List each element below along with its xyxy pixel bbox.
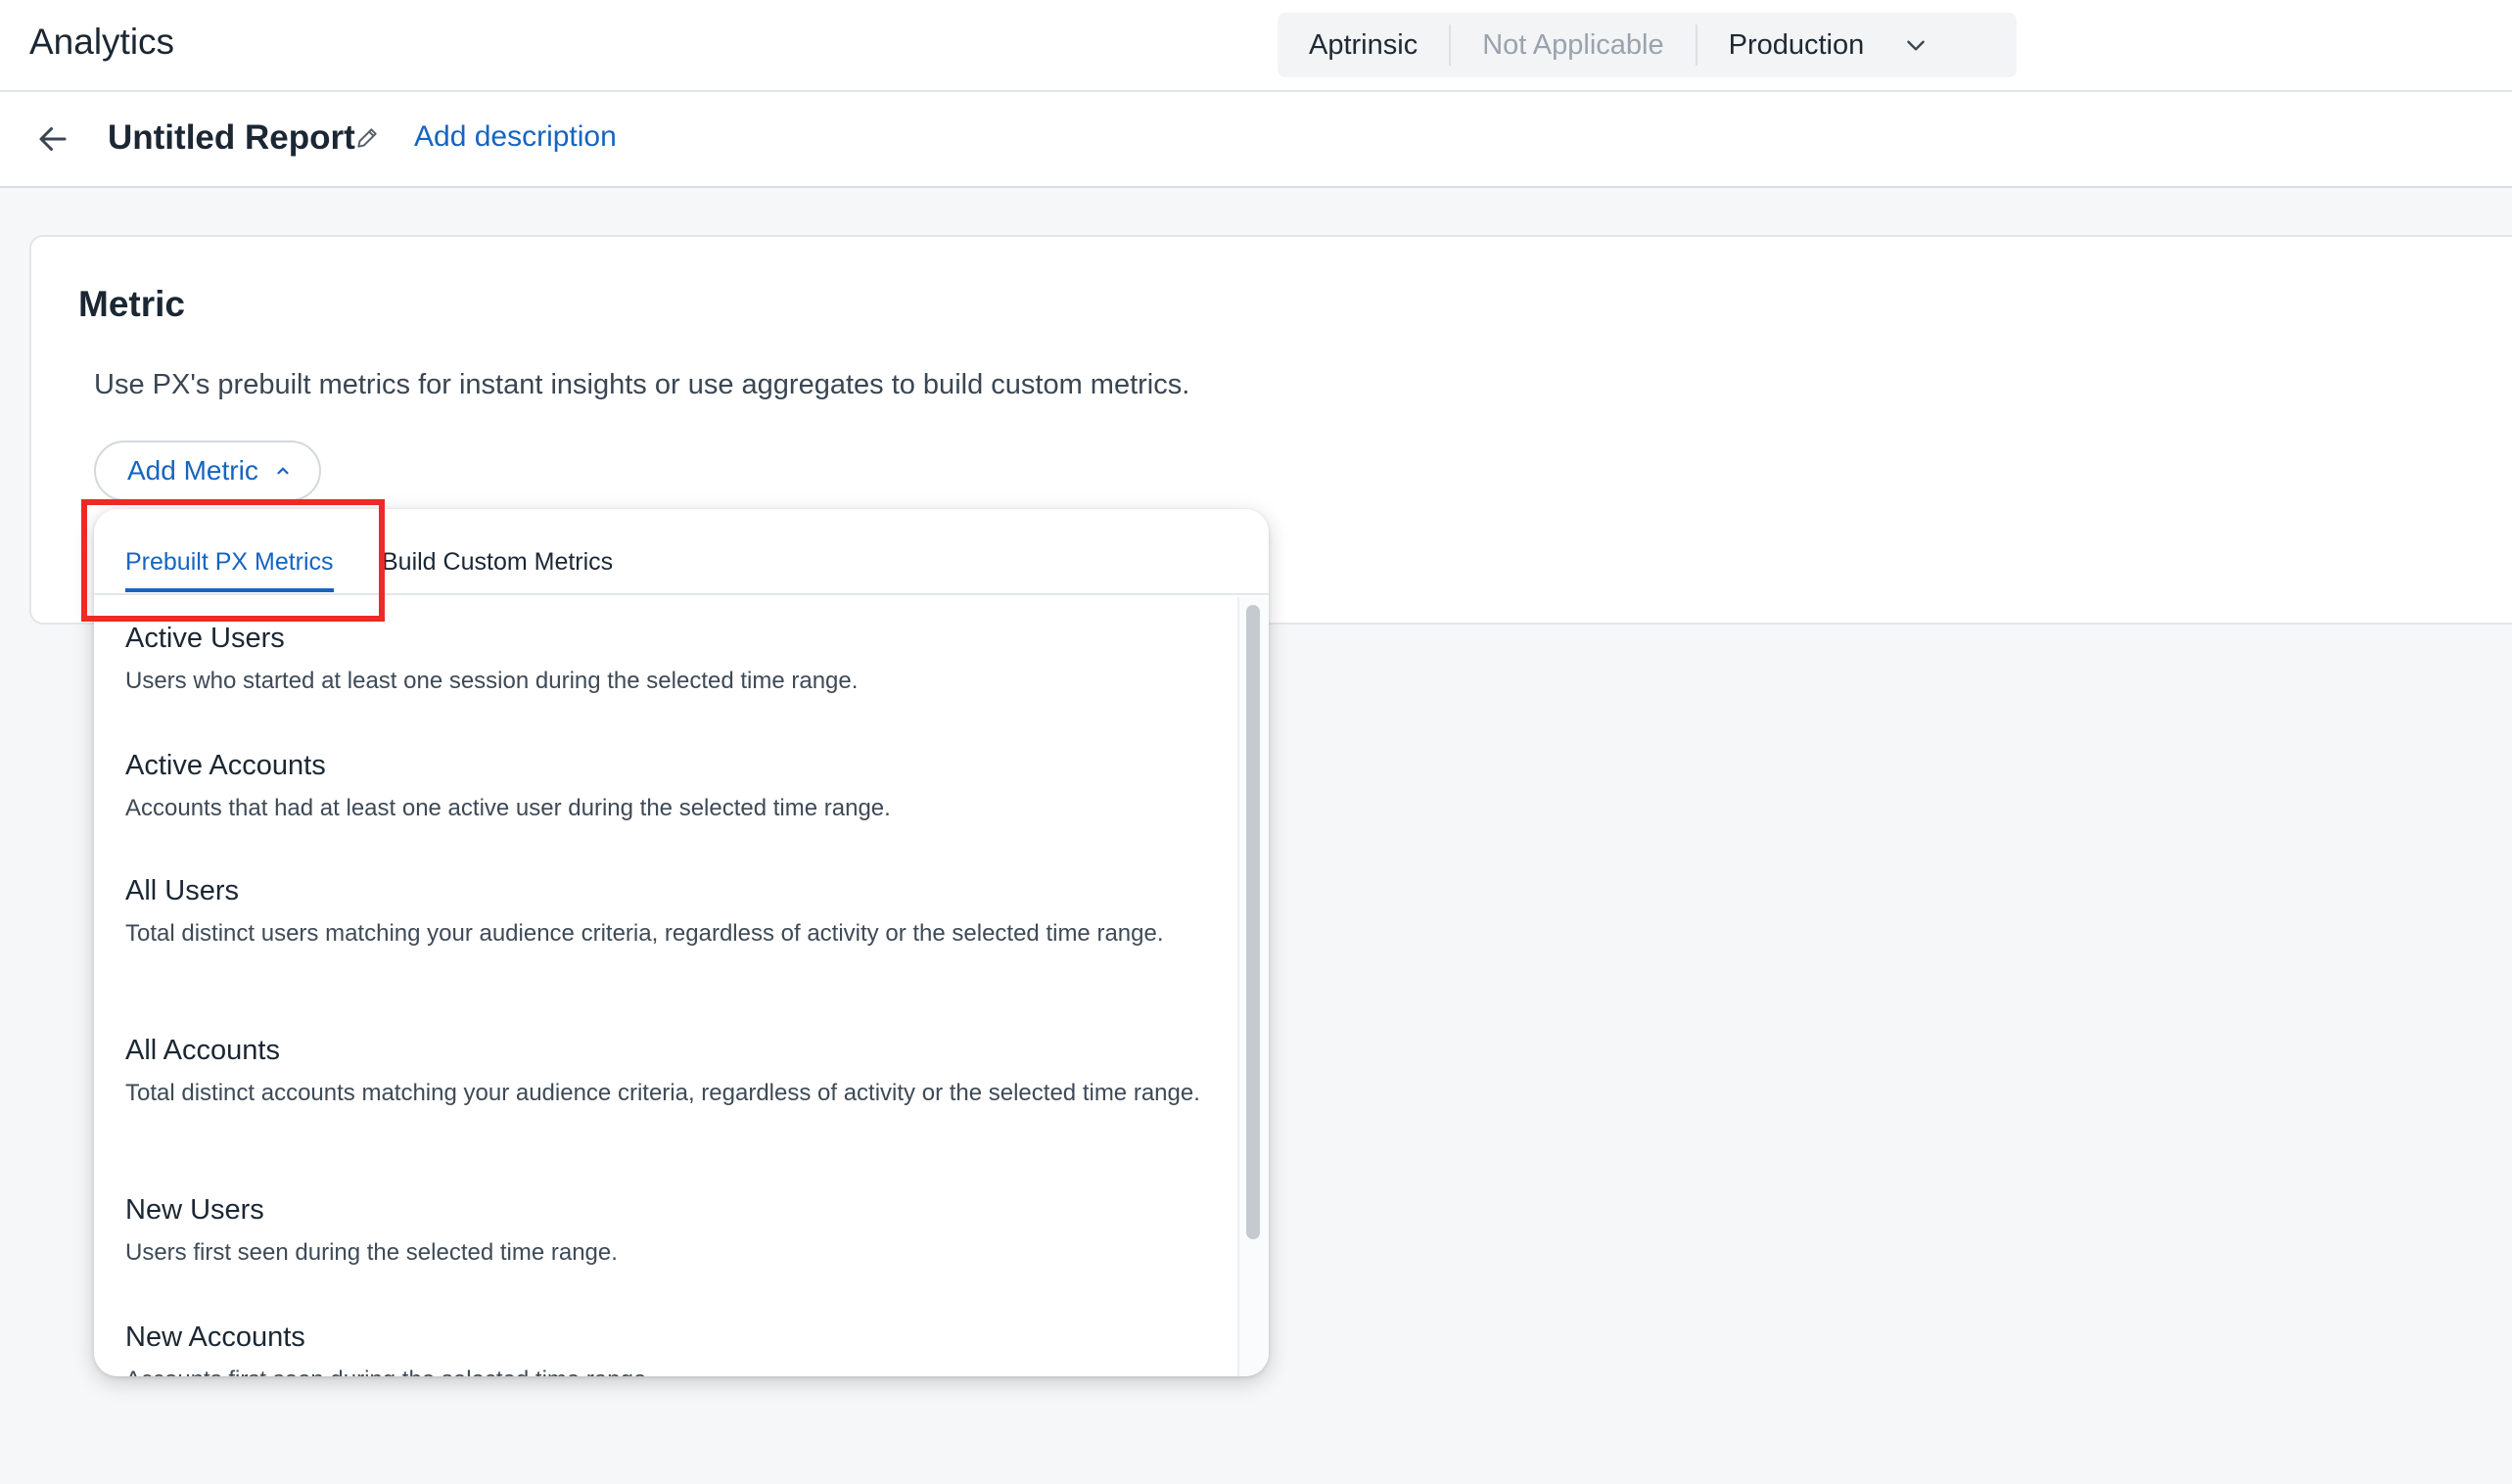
metric-card-title: Metric — [78, 284, 185, 324]
metric-item-new-accounts[interactable]: New Accounts Accounts first seen during … — [125, 1322, 1212, 1376]
context-environment[interactable]: Production — [1695, 24, 1961, 66]
scrollbar-thumb[interactable] — [1246, 605, 1260, 1239]
metric-item-title: All Accounts — [125, 1035, 280, 1066]
app-title: Analytics — [29, 22, 175, 62]
metric-item-all-users[interactable]: All Users Total distinct users matching … — [125, 875, 1212, 951]
pencil-icon[interactable] — [354, 125, 380, 151]
top-bar — [0, 0, 2512, 92]
metric-item-title: All Users — [125, 875, 240, 906]
add-metric-button[interactable]: Add Metric — [94, 441, 321, 501]
chevron-down-icon[interactable] — [1903, 32, 1929, 58]
metric-item-title: New Accounts — [125, 1322, 305, 1353]
metric-item-title: New Users — [125, 1194, 264, 1226]
context-product[interactable]: Aptrinsic — [1278, 24, 1449, 66]
tab-prebuilt-px-metrics[interactable]: Prebuilt PX Metrics — [125, 548, 334, 592]
add-description-link[interactable]: Add description — [414, 120, 617, 154]
add-metric-label: Add Metric — [127, 455, 258, 486]
chevron-up-icon — [277, 467, 289, 475]
metric-item-all-accounts[interactable]: All Accounts Total distinct accounts mat… — [125, 1035, 1212, 1110]
metric-item-title: Active Accounts — [125, 750, 326, 781]
report-title[interactable]: Untitled Report — [108, 118, 355, 158]
context-environment-label: Production — [1728, 28, 1865, 61]
metric-item-description: Total distinct users matching your audie… — [125, 920, 1164, 947]
metric-item-description: Users who started at least one session d… — [125, 668, 859, 694]
context-sub-product[interactable]: Not Applicable — [1449, 24, 1695, 66]
metric-item-active-accounts[interactable]: Active Accounts Accounts that had at lea… — [125, 750, 1212, 825]
metric-list: Active Users Users who started at least … — [94, 597, 1237, 1376]
metric-item-new-users[interactable]: New Users Users first seen during the se… — [125, 1194, 1212, 1270]
metric-card-description: Use PX's prebuilt metrics for instant in… — [94, 369, 1190, 400]
metric-item-description: Users first seen during the selected tim… — [125, 1239, 618, 1266]
metric-tabs: Prebuilt PX Metrics Build Custom Metrics — [94, 509, 1269, 595]
metric-dropdown: Prebuilt PX Metrics Build Custom Metrics… — [94, 509, 1269, 1376]
tab-build-custom-metrics[interactable]: Build Custom Metrics — [382, 548, 613, 588]
metric-item-description: Accounts that had at least one active us… — [125, 795, 891, 821]
metric-item-description: Total distinct accounts matching your au… — [125, 1080, 1200, 1106]
metric-item-title: Active Users — [125, 623, 285, 654]
metric-item-description: Accounts first seen during the selected … — [125, 1364, 1212, 1376]
context-switcher[interactable]: Aptrinsic Not Applicable Production — [1278, 13, 2017, 77]
arrow-left-icon[interactable] — [35, 121, 70, 157]
metric-item-active-users[interactable]: Active Users Users who started at least … — [125, 623, 1212, 698]
